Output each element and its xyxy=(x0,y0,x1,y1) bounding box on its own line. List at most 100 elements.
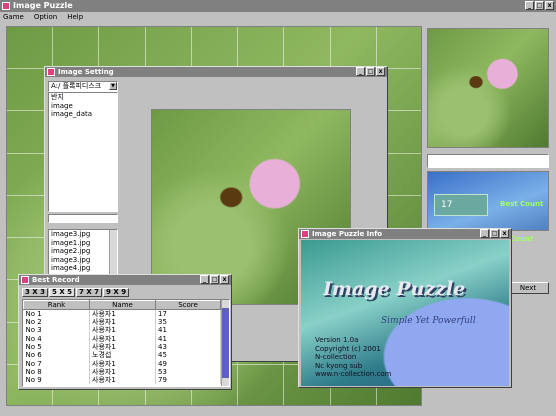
author-text: Nc kyong sub xyxy=(315,361,363,370)
best-count-label: Best Count xyxy=(500,200,544,208)
rank-cell: No 6 xyxy=(23,351,90,360)
menu-bar: Game Option Help xyxy=(0,12,556,22)
score-cell: 45 xyxy=(155,351,221,360)
scroll-thumb[interactable] xyxy=(222,308,229,378)
website-text: www.n-collection.com xyxy=(315,370,392,378)
table-row[interactable]: No 4 사용자1 41 xyxy=(23,334,221,343)
table-row[interactable]: No 5 사용자1 43 xyxy=(23,342,221,352)
table-row[interactable]: No 1 사용자1 17 xyxy=(23,309,221,318)
puzzle-tile[interactable] xyxy=(53,27,100,70)
tab-9x9[interactable]: 9 X 9 xyxy=(103,288,130,297)
name-cell: 노경섭 xyxy=(89,351,156,360)
folder-list[interactable]: 반지 image image_data xyxy=(48,92,118,212)
menu-help[interactable]: Help xyxy=(67,12,83,22)
list-item[interactable]: 반지 xyxy=(51,93,117,102)
puzzle-tile[interactable] xyxy=(284,27,331,70)
best-record-window: Best Record _ □ x 3 X 3 5 X 5 7 X 7 9 X … xyxy=(18,274,232,390)
app-icon xyxy=(2,2,10,10)
company-text: N-collection xyxy=(315,353,357,361)
column-header-name[interactable]: Name xyxy=(89,300,156,310)
count-value-box: 17 xyxy=(434,194,488,216)
rank-cell: No 7 xyxy=(23,359,90,368)
column-header-score[interactable]: Score xyxy=(155,300,221,310)
record-scrollbar[interactable] xyxy=(221,300,229,386)
minimize-button[interactable]: _ xyxy=(200,275,209,284)
list-item[interactable]: image2.jpg xyxy=(51,247,117,256)
list-item[interactable]: image3.jpg xyxy=(51,256,117,265)
preview-image xyxy=(427,28,549,148)
maximize-button[interactable]: □ xyxy=(490,229,499,238)
window-icon xyxy=(301,230,309,238)
tab-5x5[interactable]: 5 X 5 xyxy=(49,288,76,297)
puzzle-tile[interactable] xyxy=(7,27,54,70)
puzzle-tile[interactable] xyxy=(376,27,421,70)
list-item[interactable]: image4.jpg xyxy=(51,264,117,273)
name-cell: 사용자1 xyxy=(89,376,156,385)
info-titlebar[interactable]: Image Puzzle Info _ □ x xyxy=(299,229,511,239)
puzzle-tile[interactable] xyxy=(99,27,146,70)
puzzle-tile[interactable] xyxy=(191,27,239,70)
name-cell: 사용자1 xyxy=(89,334,156,343)
drive-select[interactable]: A:/ 플록피디스크 ▼ xyxy=(48,81,118,92)
info-window: Image Puzzle Info _ □ x Image Puzzle Sim… xyxy=(298,228,512,388)
menu-option[interactable]: Option xyxy=(34,12,57,22)
score-cell: 53 xyxy=(155,367,221,377)
list-item[interactable]: image xyxy=(51,102,117,111)
rank-cell: No 4 xyxy=(23,334,90,343)
rank-cell: No 9 xyxy=(23,376,90,385)
tagline: Simple Yet Powerfull xyxy=(381,316,476,326)
puzzle-tile[interactable] xyxy=(145,27,192,70)
minimize-button[interactable]: _ xyxy=(480,229,489,238)
path-field[interactable] xyxy=(48,214,118,223)
table-row[interactable]: No 3 사용자1 41 xyxy=(23,326,221,335)
menu-game[interactable]: Game xyxy=(3,12,24,22)
image-setting-title: Image Setting xyxy=(58,68,114,76)
chevron-down-icon[interactable]: ▼ xyxy=(109,82,117,90)
close-button[interactable]: x xyxy=(545,1,554,10)
score-cell: 35 xyxy=(155,318,221,327)
puzzle-tile[interactable] xyxy=(330,27,377,70)
tab-3x3[interactable]: 3 X 3 xyxy=(22,288,49,297)
close-button[interactable]: x xyxy=(376,67,385,76)
main-titlebar[interactable]: Image Puzzle _ □ x xyxy=(0,0,556,12)
name-cell: 사용자1 xyxy=(89,367,156,377)
info-title: Image Puzzle Info xyxy=(312,230,383,238)
score-cell: 41 xyxy=(155,334,221,343)
column-header-rank[interactable]: Rank xyxy=(23,300,90,310)
version-text: Version 1.0a xyxy=(315,336,359,344)
rank-cell: No 8 xyxy=(23,367,90,377)
list-item[interactable]: image1.jpg xyxy=(51,239,117,248)
score-cell: 41 xyxy=(155,326,221,335)
file-list[interactable]: image3.jpg image1.jpg image2.jpg image3.… xyxy=(48,229,118,275)
puzzle-tile[interactable] xyxy=(238,364,285,405)
list-item[interactable]: image_data xyxy=(51,110,117,119)
window-icon xyxy=(47,68,55,76)
rank-cell: No 3 xyxy=(23,326,90,335)
record-table-container: Rank Name Score No 1 사용자1 17 No 2 사용자1 35 No 3… xyxy=(22,299,230,387)
puzzle-tile[interactable] xyxy=(238,27,285,70)
close-button[interactable]: x xyxy=(500,229,509,238)
close-button[interactable]: x xyxy=(220,275,229,284)
maximize-button[interactable]: □ xyxy=(366,67,375,76)
maximize-button[interactable]: □ xyxy=(535,1,544,10)
side-input[interactable] xyxy=(427,154,549,168)
table-row[interactable]: No 2 사용자1 35 xyxy=(23,318,221,327)
score-cell: 43 xyxy=(155,342,221,352)
file-list-scrollbar[interactable] xyxy=(109,230,117,274)
minimize-button[interactable]: _ xyxy=(356,67,365,76)
name-cell: 사용자1 xyxy=(89,359,156,368)
table-row[interactable]: No 6 노경섭 45 xyxy=(23,351,221,360)
table-row[interactable]: No 7 사용자1 49 xyxy=(23,359,221,368)
score-panel: 17 Best Count Count xyxy=(427,171,549,243)
list-item[interactable]: image3.jpg xyxy=(51,230,117,239)
table-row[interactable]: No 9 사용자1 79 xyxy=(23,376,221,385)
maximize-button[interactable]: □ xyxy=(210,275,219,284)
next-button[interactable]: Next xyxy=(507,282,549,294)
tab-7x7[interactable]: 7 X 7 xyxy=(76,288,103,297)
image-setting-titlebar[interactable]: Image Setting _ □ x xyxy=(45,67,387,77)
minimize-button[interactable]: _ xyxy=(525,1,534,10)
best-record-titlebar[interactable]: Best Record _ □ x xyxy=(19,275,231,285)
score-cell: 79 xyxy=(155,376,221,385)
info-text-block: Version 1.0a Copyright (c) 2001 N-collec… xyxy=(315,336,391,379)
table-row[interactable]: No 8 사용자1 53 xyxy=(23,367,221,377)
